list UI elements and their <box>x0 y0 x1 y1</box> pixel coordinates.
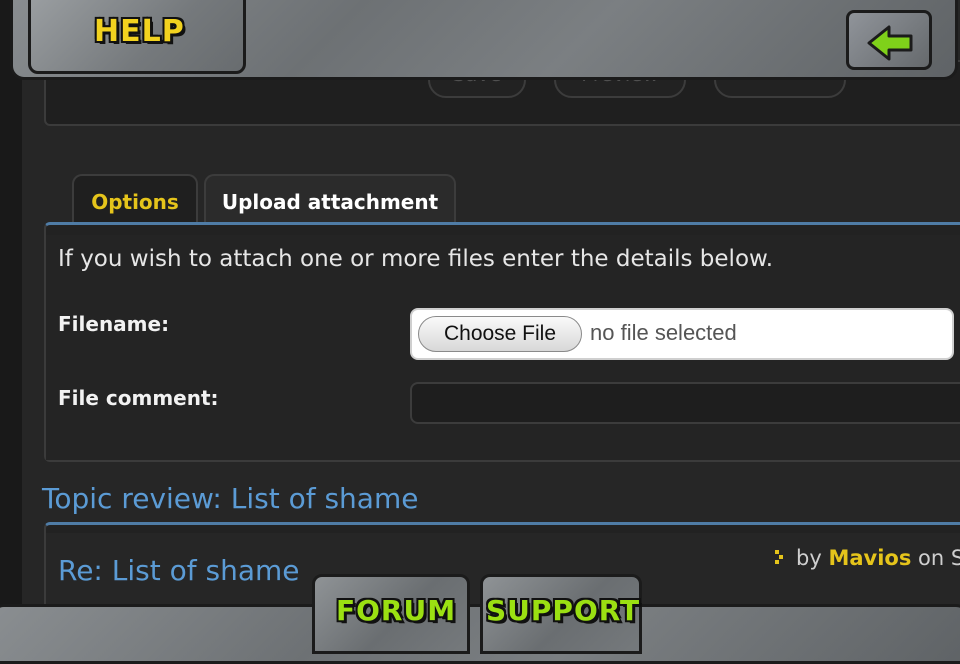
post-title-link[interactable]: Re: List of shame <box>58 554 300 587</box>
filename-label: Filename: <box>58 312 170 336</box>
upload-intro-text: If you wish to attach one or more files … <box>58 246 774 272</box>
choose-file-button[interactable]: Choose File <box>418 316 582 352</box>
file-comment-input[interactable] <box>410 382 960 424</box>
author-link[interactable]: Mavios <box>828 546 911 570</box>
arrow-left-icon <box>867 25 913 61</box>
post-arrow-icon[interactable] <box>772 550 784 564</box>
header-bar: HELP <box>0 0 960 92</box>
file-comment-label: File comment: <box>58 386 219 410</box>
support-label: SUPPORT <box>486 594 641 627</box>
no-file-selected-text: no file selected <box>590 320 737 345</box>
post-date-prefix: on S <box>918 546 960 570</box>
post-byline: by Mavios on S <box>796 546 960 570</box>
help-title: HELP <box>94 14 185 49</box>
forum-label: FORUM <box>336 594 457 627</box>
back-button[interactable] <box>846 10 932 70</box>
by-prefix: by <box>796 546 822 570</box>
tab-options[interactable]: Options <box>72 174 198 226</box>
file-input[interactable]: Choose File no file selected <box>410 308 954 360</box>
topic-review-heading: Topic review: List of shame <box>42 482 419 515</box>
left-strip <box>0 0 22 640</box>
